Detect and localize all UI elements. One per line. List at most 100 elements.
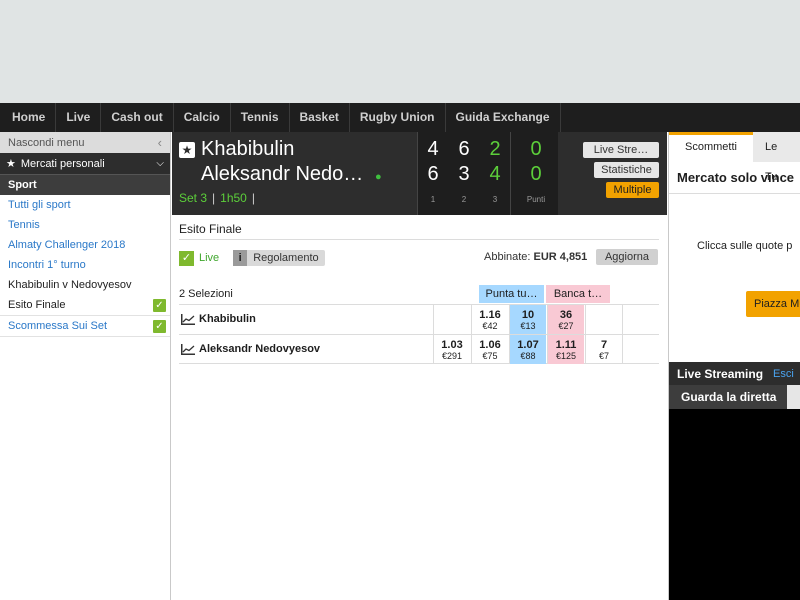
back-odds-cell[interactable] [433,305,470,334]
hide-menu-label: Nascondi menu [8,136,85,149]
hide-menu-button[interactable]: Nascondi menu ‹ [0,132,170,153]
sidebar-link-round[interactable]: Incontri 1° turno [0,255,170,275]
price: 1.07 [517,339,539,351]
set3-label: 3 [492,195,498,204]
nav-rugby-union[interactable]: Rugby Union [350,103,446,132]
sidebar-link-tennis[interactable]: Tennis [0,215,170,235]
back-all-header[interactable]: Punta tu… [479,285,544,303]
video-player[interactable] [669,409,800,600]
back-odds-cell[interactable]: 1.03 €291 [433,335,470,364]
separator: | [251,191,255,205]
watch-live-tab[interactable]: Guarda la diretta [669,385,787,409]
checkbox-checked-icon[interactable]: ✓ [153,298,166,312]
scoreboard: 4 6 2 0 6 3 4 0 1 2 3 Punti [417,132,558,215]
best-lay-odds-cell[interactable]: 1.11 €125 [547,335,584,364]
nav-live[interactable]: Live [56,103,102,132]
nav-guida-exchange[interactable]: Guida Exchange [446,103,561,132]
nav-tennis[interactable]: Tennis [231,103,290,132]
personal-markets-toggle[interactable]: ★ Mercati personali ⌵ [0,153,170,174]
chart-icon[interactable] [181,314,195,325]
best-back-odds-cell[interactable]: 1.07 €88 [509,335,546,364]
stake: €291 [441,351,463,361]
main-nav: Home Live Cash out Calcio Tennis Basket … [0,103,800,132]
rules-button[interactable]: i Regolamento [233,250,325,266]
lay-all-header[interactable]: Banca t… [546,285,610,303]
best-lay-odds-cell[interactable]: 36 €27 [547,305,584,334]
sport-header: Sport [0,174,170,195]
matched-amount: Abbinate: EUR 4,851 [484,251,587,263]
betslip-tabs: Scommetti Le Tu [669,132,800,183]
sidebar-event: Khabibulin v Nedovyesov [8,279,132,291]
place-bets-button[interactable]: Piazza Mu [746,291,800,317]
set2-label: 2 [461,195,467,204]
price: 1.11 [555,339,577,351]
nav-home[interactable]: Home [0,103,57,132]
live-row: ✓ Live i Regolamento [179,250,325,266]
set1-label: 1 [430,195,436,204]
tab-my-bets[interactable]: Le Tu [753,132,800,183]
market-label: Scommessa Sui Set [8,320,108,332]
refresh-button[interactable]: Aggiorna [596,249,658,265]
runner-row: Khabibulin 1.16 €42 10 €13 36 €27 [179,304,659,334]
stake: €7 [598,351,609,361]
price: 1.16 [479,309,501,321]
lay-odds-cell[interactable]: 7 €7 [585,335,622,364]
betslip-hint: Clicca sulle quote p [697,240,793,252]
runner-name: Aleksandr Nedovyesov [199,343,321,355]
rules-label: Regolamento [253,252,319,264]
live-stream-button[interactable]: Live Stre… [583,142,659,158]
checkbox-checked-icon[interactable]: ✓ [153,319,166,333]
nav-cash-out[interactable]: Cash out [101,103,174,132]
stake: €75 [482,351,498,361]
multiples-button[interactable]: Multiple [606,182,659,198]
best-back-odds-cell[interactable]: 10 €13 [509,305,546,334]
event-header: ★ Khabibulin Aleksandr Nedo… ● Set 3 | 1h5… [172,132,667,215]
tab-scommetti[interactable]: Scommetti [669,132,753,162]
score-p1-set3: 2 [489,138,501,160]
watch-live-bar: Guarda la diretta [669,385,800,409]
market-title: Esito Finale [179,222,242,236]
betslip-market-title: Mercato solo vince [677,170,795,185]
live-streaming-label: Live Streaming [677,366,764,381]
player1-name: Khabibulin [201,138,295,160]
betslip-panel: Scommetti Le Tu Mercato solo vince Clicc… [668,132,800,600]
matched-label: Abbinate: [484,251,531,263]
lay-odds-cell[interactable] [622,305,659,334]
chevron-down-icon: ⌵ [156,158,164,169]
price: 10 [521,309,535,321]
stake: €13 [520,321,536,331]
points-label: Punti [526,195,546,204]
score-p2-set2: 3 [458,163,470,185]
price: 36 [559,309,573,321]
statistics-button[interactable]: Statistiche [594,162,659,178]
chart-icon[interactable] [181,344,195,355]
sidebar-market-set-bet[interactable]: Scommessa Sui Set ✓ [0,316,170,337]
stake: €88 [520,351,536,361]
lay-odds-cell[interactable] [585,305,622,334]
sidebar-link-competition[interactable]: Almaty Challenger 2018 [0,235,170,255]
lay-odds-cell[interactable] [622,335,659,364]
divider [669,193,800,194]
back-odds-cell[interactable]: 1.16 €42 [471,305,508,334]
sidebar: Nascondi menu ‹ ★ Mercati personali ⌵ Sp… [0,132,171,600]
exit-link[interactable]: Esci [773,368,794,380]
stake: €125 [555,351,577,361]
sidebar-market-esito-finale[interactable]: Esito Finale ✓ [0,295,170,316]
score-p2-points: 0 [530,163,542,185]
match-time: 1h50 [220,191,247,205]
matched-value: EUR 4,851 [533,251,588,263]
sport-links: Tutti gli sport Tennis Almaty Challenger… [0,195,170,295]
back-odds-cell[interactable]: 1.06 €75 [471,335,508,364]
sidebar-link-all-sports[interactable]: Tutti gli sport [0,195,170,215]
nav-calcio[interactable]: Calcio [174,103,231,132]
nav-basket[interactable]: Basket [290,103,350,132]
runner-name: Khabibulin [199,313,256,325]
player2-name: Aleksandr Nedo… [201,163,364,185]
favourite-star-icon[interactable]: ★ [179,142,195,158]
score-p1-points: 0 [530,138,542,160]
divider [179,239,659,240]
score-p1-set1: 4 [427,138,439,160]
price: 1.03 [441,339,463,351]
market-panel: Esito Finale ✓ Live i Regolamento Abbina… [172,215,667,600]
market-label: Esito Finale [8,299,66,311]
